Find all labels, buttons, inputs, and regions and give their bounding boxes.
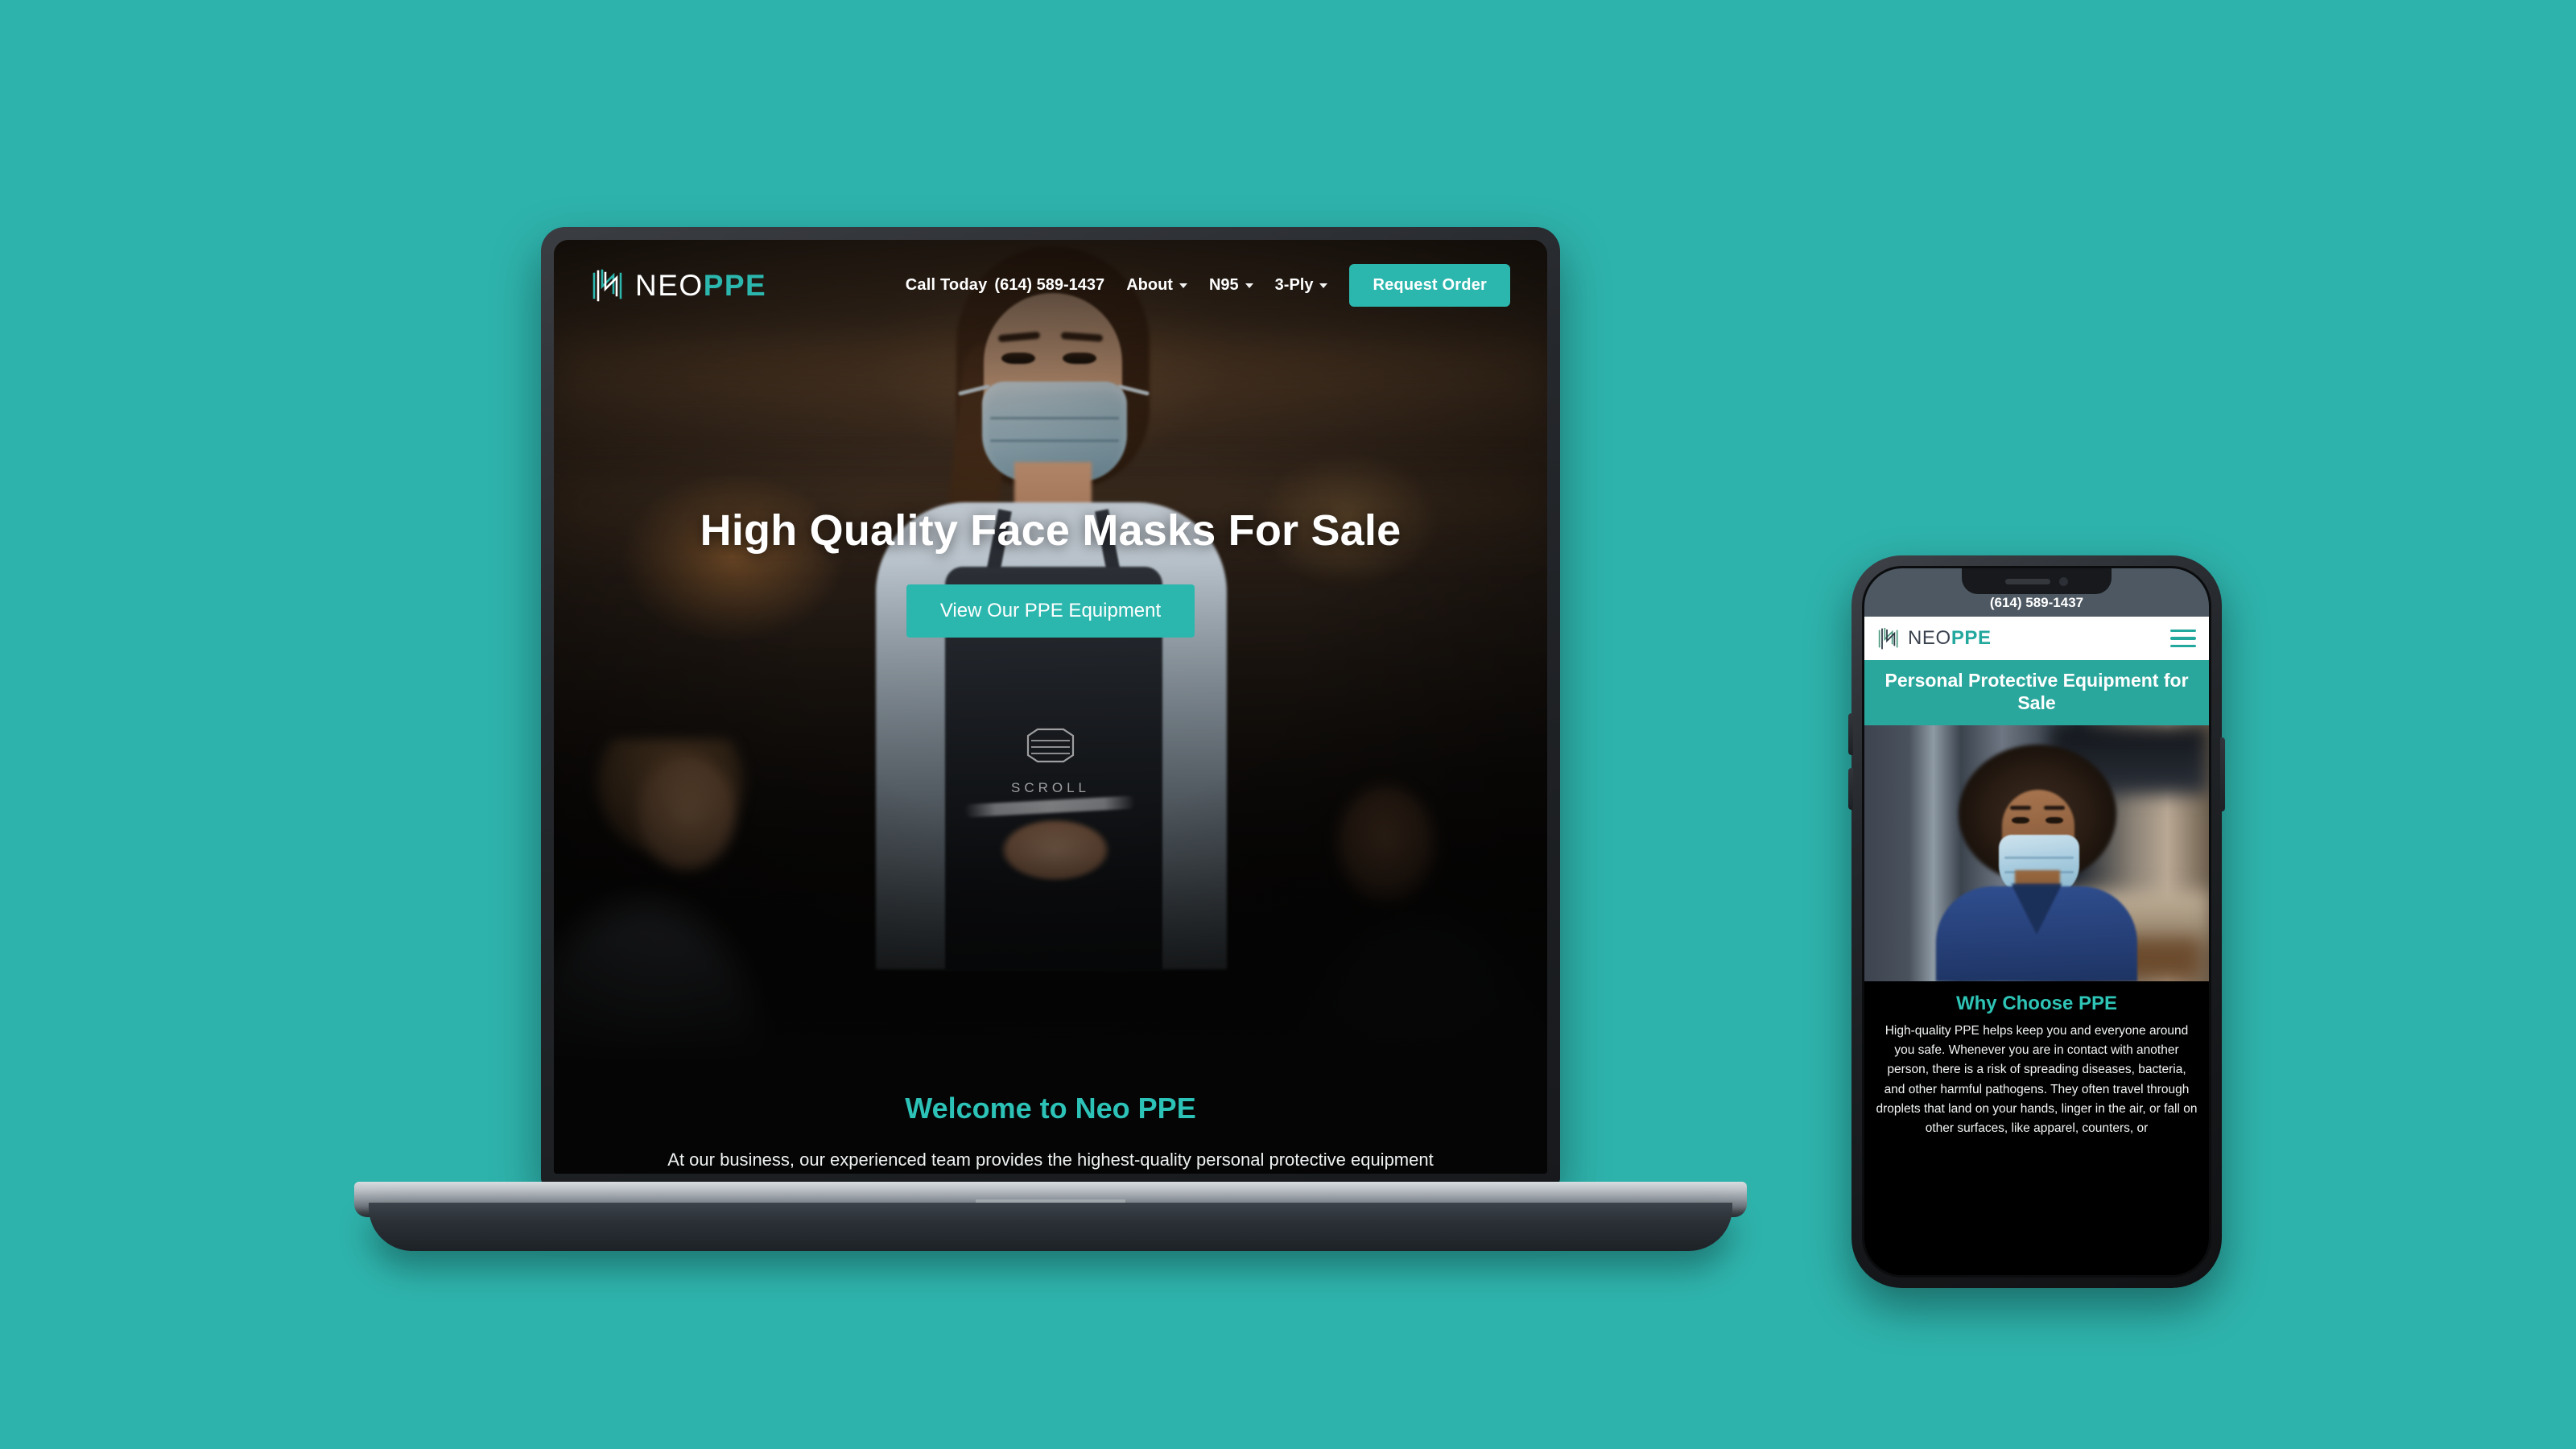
welcome-section: Welcome to Neo PPE At our business, our … — [554, 1073, 1547, 1174]
logo-text-ppe: PPE — [703, 269, 767, 302]
mobile-logo-text-neo: NEO — [1908, 627, 1951, 649]
mobile-section-body: High-quality PPE helps keep you and ever… — [1876, 1024, 2198, 1135]
welcome-heading: Welcome to Neo PPE — [905, 1091, 1196, 1125]
mobile-logo-wordmark[interactable]: NEOPPE — [1908, 629, 1992, 648]
laptop-mockup: NEOPPE Call Today (614) 589-1437 About N9… — [354, 227, 1747, 1251]
phone-body: (614) 589-1437 NEOPPE Personal Protectiv… — [1848, 555, 2225, 1288]
hero-section: High Quality Face Masks For Sale View Ou… — [554, 506, 1547, 638]
phone-volume-up-button[interactable] — [1848, 713, 1853, 755]
site-logo[interactable]: NEOPPE — [591, 267, 766, 304]
scroll-label: SCROLL — [1010, 780, 1091, 795]
mobile-header: NEOPPE — [1864, 617, 2209, 660]
phone-mockup: (614) 589-1437 NEOPPE Personal Protectiv… — [1848, 555, 2225, 1288]
navbar-right-group: Call Today (614) 589-1437 About N95 3-Ply — [906, 264, 1510, 307]
call-today-label: Call Today — [905, 276, 988, 294]
nav-item-3ply-label: 3-Ply — [1274, 276, 1314, 294]
welcome-body-text: At our business, our experienced team pr… — [667, 1149, 1434, 1170]
mobile-logo-text-ppe: PPE — [1951, 627, 1992, 649]
scroll-indicator[interactable]: SCROLL — [1011, 723, 1090, 796]
mobile-banner-heading: Personal Protective Equipment for Sale — [1864, 660, 2209, 726]
chevron-down-icon — [1179, 283, 1187, 288]
hero-heading: High Quality Face Masks For Sale — [700, 506, 1402, 555]
phone-volume-down-button[interactable] — [1848, 768, 1853, 810]
laptop-screen: NEOPPE Call Today (614) 589-1437 About N9… — [554, 240, 1547, 1174]
chevron-down-icon — [1245, 283, 1253, 288]
call-today-block[interactable]: Call Today (614) 589-1437 — [906, 276, 1104, 295]
mobile-section-heading: Why Choose PPE — [1955, 993, 2118, 1015]
phone-number[interactable]: (614) 589-1437 — [994, 276, 1104, 294]
nav-item-3ply[interactable]: 3-Ply — [1275, 276, 1328, 295]
face-mask-icon — [1026, 728, 1075, 763]
phone-speaker — [2005, 578, 2050, 584]
laptop-lid: NEOPPE Call Today (614) 589-1437 About N9… — [541, 227, 1560, 1185]
view-ppe-equipment-button[interactable]: View Our PPE Equipment — [906, 584, 1195, 638]
desktop-navbar: NEOPPE Call Today (614) 589-1437 About N9… — [554, 264, 1547, 307]
hero-background-photo — [554, 240, 1547, 1174]
mobile-hero-photo — [1864, 725, 2209, 982]
nav-item-n95[interactable]: N95 — [1209, 276, 1253, 295]
nav-item-about-label: About — [1126, 276, 1173, 294]
logo-wordmark: NEOPPE — [635, 270, 766, 300]
phone-screen: (614) 589-1437 NEOPPE Personal Protectiv… — [1862, 566, 2211, 1278]
phone-front-camera-icon — [2059, 576, 2068, 586]
hamburger-menu-icon[interactable] — [2170, 629, 2196, 648]
request-order-button[interactable]: Request Order — [1349, 264, 1510, 307]
neo-monogram-icon — [592, 269, 622, 301]
mobile-content-section: Why Choose PPE High-quality PPE helps ke… — [1864, 981, 2209, 1139]
nav-item-about[interactable]: About — [1126, 276, 1187, 295]
nav-item-n95-label: N95 — [1208, 276, 1239, 294]
chevron-down-icon — [1319, 283, 1328, 288]
mobile-phone-number[interactable]: (614) 589-1437 — [1990, 595, 2083, 611]
logo-text-neo: NEO — [635, 269, 704, 302]
laptop-bottom-shell — [369, 1203, 1732, 1251]
phone-notch — [1962, 568, 2112, 594]
neo-monogram-icon — [1878, 627, 1898, 649]
phone-power-button[interactable] — [2220, 737, 2225, 811]
